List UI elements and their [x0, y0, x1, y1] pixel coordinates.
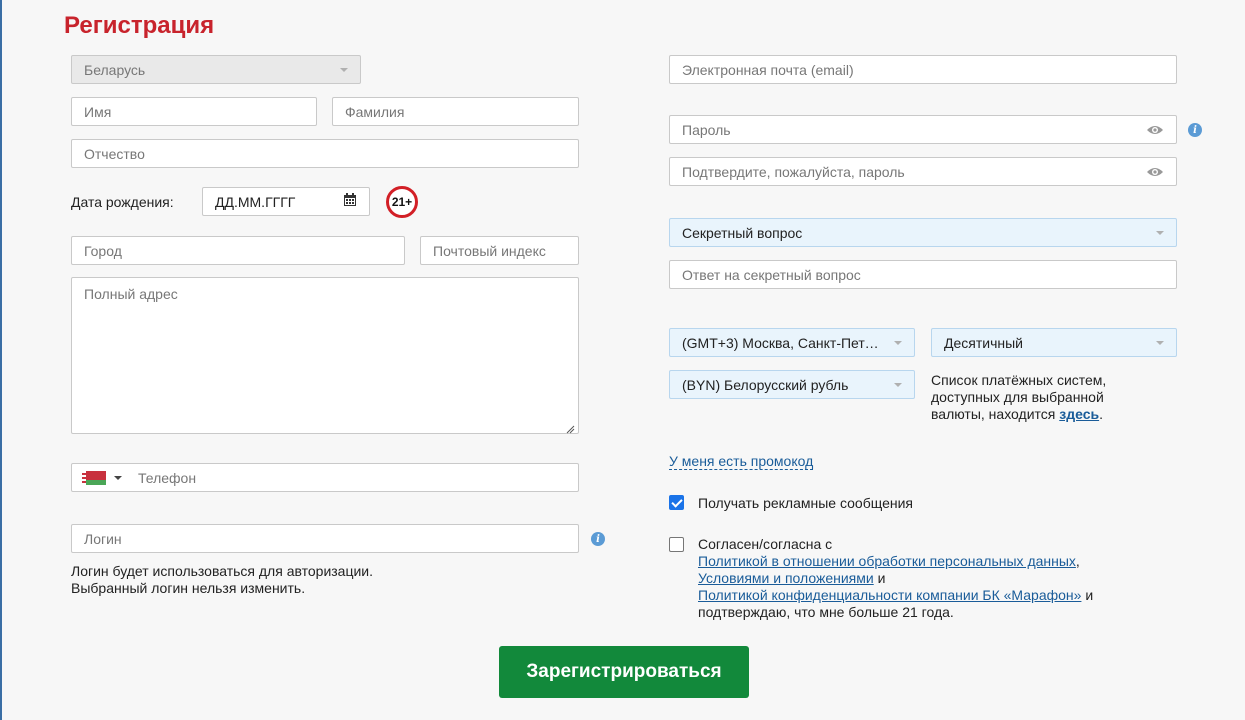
payments-note: Список платёжных систем, доступных для в…	[931, 372, 1106, 423]
personal-data-policy-link[interactable]: Политикой в отношении обработки персонал…	[698, 553, 1076, 569]
first-name-placeholder: Имя	[84, 103, 112, 120]
password-info-icon[interactable]: i	[1188, 123, 1202, 137]
agree-line4: Политикой конфиденциальности компании БК…	[698, 587, 1093, 604]
email-input[interactable]: Электронная почта (email)	[669, 55, 1177, 84]
chevron-down-icon	[1156, 230, 1164, 235]
odds-format-value: Десятичный	[944, 334, 1023, 351]
age-restriction-badge: 21+	[386, 186, 418, 218]
agree-checkbox[interactable]	[669, 537, 684, 552]
agree-link2-suffix: и	[873, 570, 886, 586]
ads-checkbox-label: Получать рекламные сообщения	[698, 495, 914, 511]
timezone-value: (GMT+3) Москва, Санкт-Петербург	[682, 334, 886, 351]
promo-code-link[interactable]: У меня есть промокод	[669, 453, 814, 470]
left-edge-line	[0, 0, 2, 720]
eye-icon[interactable]	[1146, 166, 1164, 178]
password-placeholder: Пароль	[682, 121, 731, 138]
email-placeholder: Электронная почта (email)	[682, 61, 854, 78]
login-info-icon[interactable]: i	[591, 532, 605, 546]
eye-icon[interactable]	[1146, 124, 1164, 136]
birthdate-input[interactable]: ДД.ММ.ГГГГ	[202, 187, 370, 216]
secret-question-value: Секретный вопрос	[682, 224, 803, 241]
chevron-down-icon	[340, 67, 348, 72]
chevron-down-icon	[114, 475, 122, 480]
phone-input[interactable]: Телефон	[71, 463, 579, 492]
birthdate-placeholder: ДД.ММ.ГГГГ	[215, 193, 296, 210]
last-name-placeholder: Фамилия	[345, 103, 405, 120]
payments-here-link[interactable]: здесь	[1059, 406, 1099, 422]
currency-select[interactable]: (BYN) Белорусский рубль	[669, 370, 915, 399]
agree-link3-suffix: и	[1081, 587, 1094, 603]
chevron-down-icon	[894, 340, 902, 345]
calendar-icon[interactable]	[343, 193, 357, 210]
page-title: Регистрация	[64, 12, 215, 39]
odds-format-select[interactable]: Десятичный	[931, 328, 1177, 357]
first-name-input[interactable]: Имя	[71, 97, 317, 126]
country-code-select[interactable]	[82, 470, 134, 485]
login-hint-line2: Выбранный логин нельзя изменить.	[71, 580, 306, 596]
agree-line5: подтверждаю, что мне больше 21 года.	[698, 604, 954, 620]
password-confirm-input[interactable]: Подтвердите, пожалуйста, пароль	[669, 157, 1177, 186]
login-hint-line1: Логин будет использоваться для авторизац…	[71, 563, 374, 579]
secret-answer-placeholder: Ответ на секретный вопрос	[682, 266, 861, 283]
currency-value: (BYN) Белорусский рубль	[682, 376, 849, 393]
timezone-select[interactable]: (GMT+3) Москва, Санкт-Петербург	[669, 328, 915, 357]
terms-link[interactable]: Условиями и положениями	[698, 570, 874, 586]
city-placeholder: Город	[84, 242, 122, 259]
chevron-down-icon	[894, 382, 902, 387]
country-select[interactable]: Беларусь	[71, 55, 361, 84]
agree-line3: Условиями и положениями и	[698, 570, 1093, 587]
birthdate-label: Дата рождения:	[71, 194, 174, 210]
login-hint: Логин будет использоваться для авторизац…	[71, 563, 373, 597]
payments-note-line1: Список платёжных систем,	[931, 372, 1107, 388]
postal-code-placeholder: Почтовый индекс	[433, 242, 546, 259]
address-placeholder: Полный адрес	[84, 286, 178, 302]
privacy-policy-link[interactable]: Политикой конфиденциальности компании БК…	[698, 587, 1081, 603]
patronymic-placeholder: Отчество	[84, 145, 145, 162]
payments-note-line3-prefix: валюты, находится	[931, 406, 1060, 422]
city-input[interactable]: Город	[71, 236, 405, 265]
agree-line1: Согласен/согласна с	[698, 536, 833, 552]
ads-checkbox[interactable]	[669, 495, 684, 510]
payments-note-line3-suffix: .	[1099, 406, 1103, 422]
password-confirm-placeholder: Подтвердите, пожалуйста, пароль	[682, 163, 905, 180]
register-button[interactable]: Зарегистрироваться	[499, 646, 749, 698]
chevron-down-icon	[1156, 340, 1164, 345]
agree-line2: Политикой в отношении обработки персонал…	[698, 553, 1093, 570]
patronymic-input[interactable]: Отчество	[71, 139, 579, 168]
payments-note-line2: доступных для выбранной	[931, 389, 1104, 405]
country-select-value: Беларусь	[84, 61, 146, 78]
secret-answer-input[interactable]: Ответ на секретный вопрос	[669, 260, 1177, 289]
password-input[interactable]: Пароль	[669, 115, 1177, 144]
agree-text: Согласен/согласна с Политикой в отношени…	[698, 536, 1093, 621]
login-placeholder: Логин	[84, 530, 122, 547]
belarus-flag-icon	[82, 470, 106, 485]
resize-handle-icon[interactable]	[566, 421, 575, 434]
login-input[interactable]: Логин	[71, 524, 579, 553]
address-textarea[interactable]: Полный адрес	[71, 277, 579, 434]
secret-question-select[interactable]: Секретный вопрос	[669, 218, 1177, 247]
agree-link1-suffix: ,	[1075, 553, 1080, 569]
postal-code-input[interactable]: Почтовый индекс	[420, 236, 579, 265]
phone-placeholder: Телефон	[138, 469, 197, 486]
payments-note-line3: валюты, находится здесь.	[931, 406, 1106, 423]
last-name-input[interactable]: Фамилия	[332, 97, 579, 126]
